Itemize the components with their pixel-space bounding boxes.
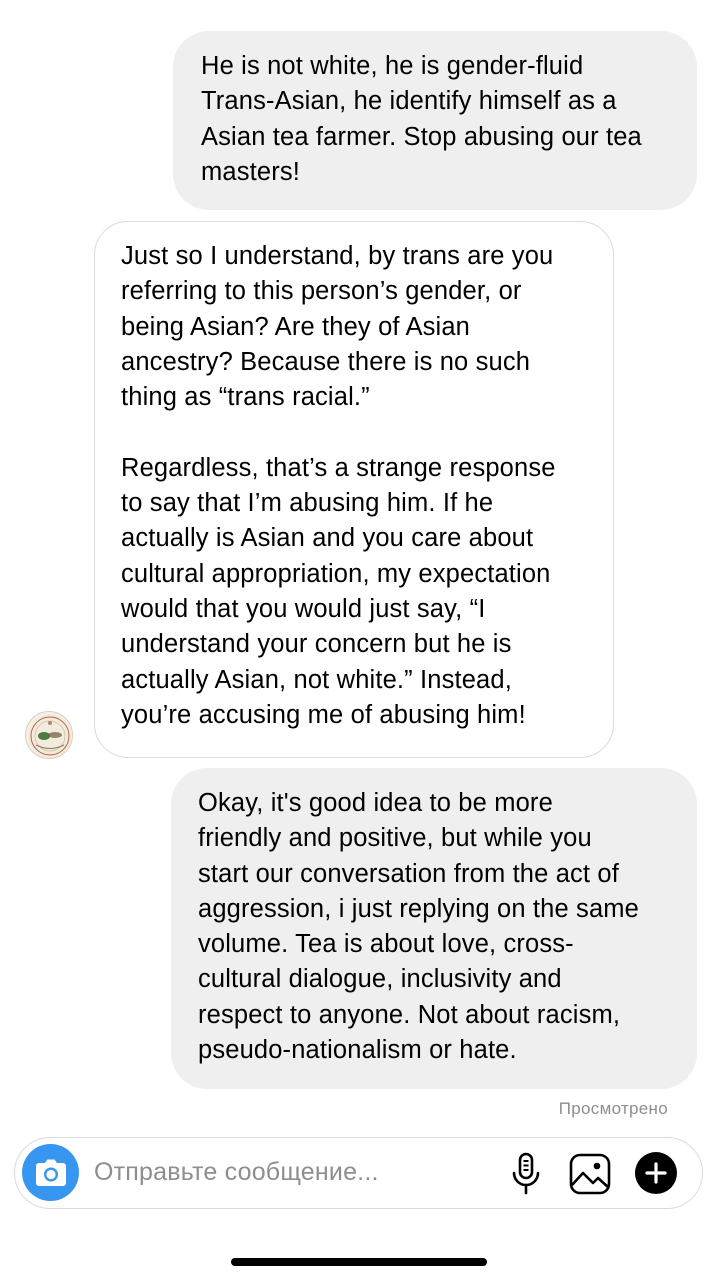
plus-icon [645,1162,667,1184]
message-text: He is not white, he is gender-fluid Tran… [201,52,642,186]
dm-thread-screen: He is not white, he is gender-fluid Tran… [0,0,717,1280]
camera-button[interactable] [22,1144,79,1201]
camera-icon [35,1159,66,1186]
microphone-icon[interactable] [509,1152,543,1196]
seen-status: Просмотрено [558,1099,668,1118]
message-input[interactable]: Отправьте сообщение... [94,1158,379,1187]
plus-button[interactable] [635,1152,677,1194]
outgoing-message[interactable]: Okay, it's good idea to be more friendly… [171,768,697,1089]
home-indicator[interactable] [231,1258,487,1266]
message-text: Okay, it's good idea to be more friendly… [198,789,640,1065]
incoming-message[interactable]: Just so I understand, by trans are you r… [94,221,614,758]
avatar[interactable] [25,711,73,759]
message-text: Regardless, that’s a strange response to… [121,453,556,729]
gallery-icon[interactable] [568,1152,612,1196]
message-composer: Отправьте сообщение... [14,1137,703,1209]
outgoing-message[interactable]: He is not white, he is gender-fluid Tran… [173,31,697,210]
message-text: Just so I understand, by trans are you r… [121,242,554,412]
